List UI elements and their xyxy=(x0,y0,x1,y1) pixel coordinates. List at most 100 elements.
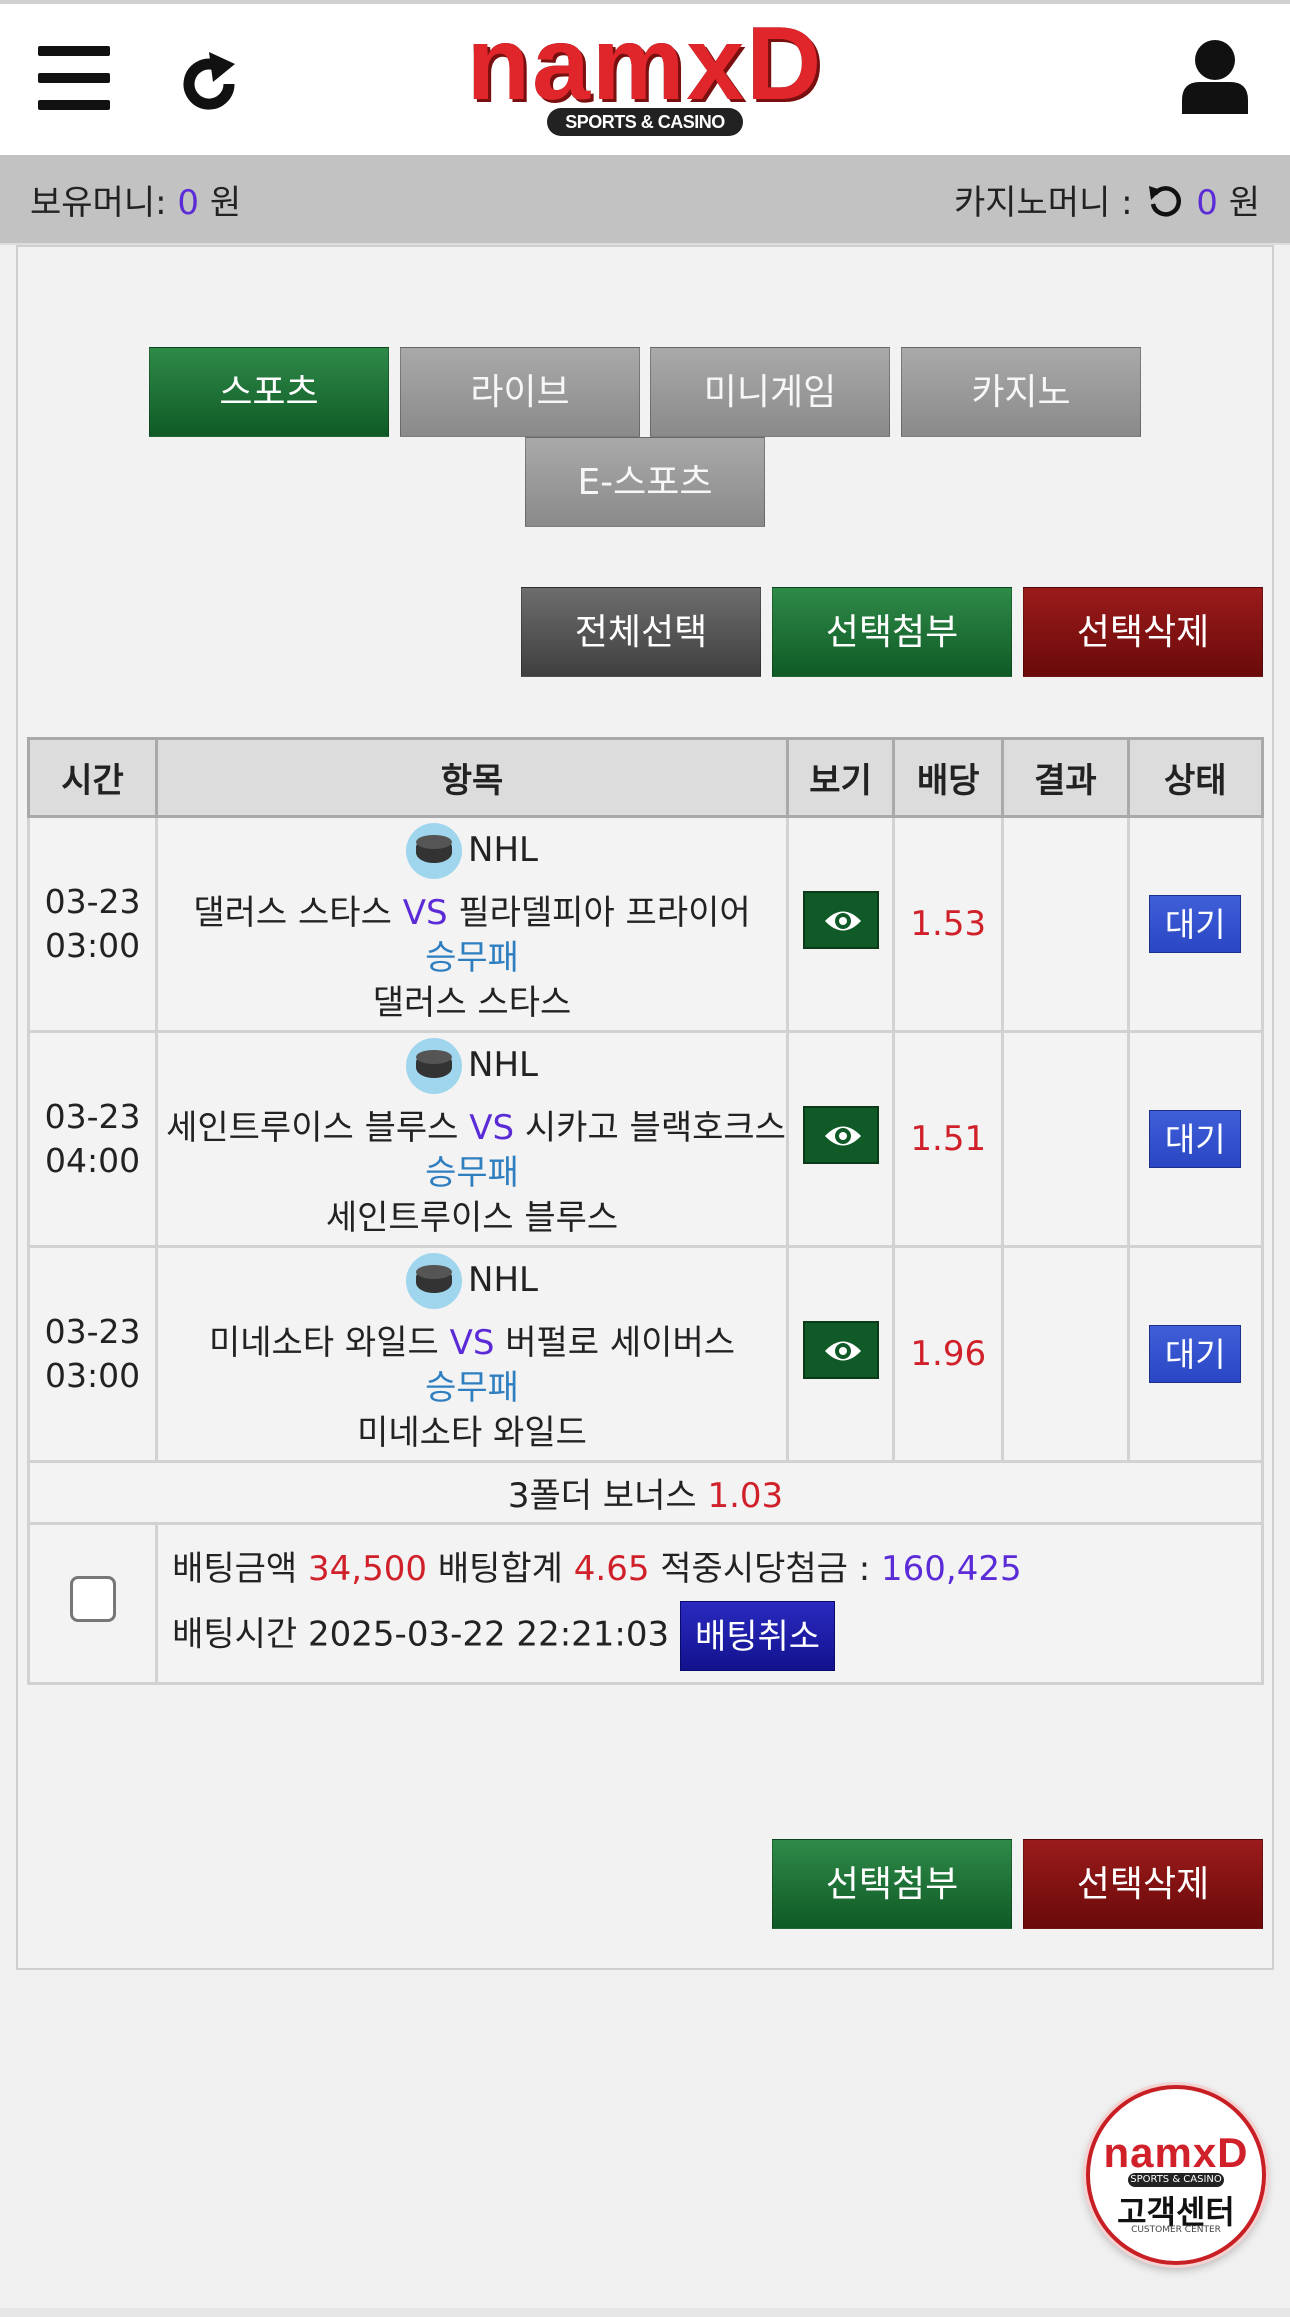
status-badge: 대기 xyxy=(1149,1325,1242,1383)
hockey-puck-icon xyxy=(406,1252,463,1309)
bet-amount-label: 배팅금액 xyxy=(172,1548,298,1589)
col-header-result: 결과 xyxy=(1001,737,1130,818)
bet-time-line: 배팅시간 2025-03-22 22:21:03 배팅취소 xyxy=(172,1600,1261,1671)
status-cell: 대기 xyxy=(1126,1030,1264,1248)
view-cell xyxy=(785,1245,896,1463)
status-badge: 대기 xyxy=(1149,895,1242,953)
league-name: NHL xyxy=(468,1260,538,1300)
bet-amounts-line: 배팅금액 34,500 배팅합계 4.65 적중시당첨금 : 160,425 xyxy=(172,1537,1261,1601)
col-header-item: 항목 xyxy=(155,737,789,818)
result-cell xyxy=(1001,1245,1130,1463)
bet-time-label: 배팅시간 xyxy=(172,1614,298,1654)
tab-sports[interactable]: 스포츠 xyxy=(149,347,389,437)
casino-refresh-icon[interactable] xyxy=(1147,184,1182,218)
hockey-puck-icon xyxy=(406,822,463,879)
delete-selected-button-bottom[interactable]: 선택삭제 xyxy=(1023,1839,1263,1929)
tab-esports[interactable]: E-스포츠 xyxy=(525,437,765,527)
item-cell: NHL 댈러스 스타스 VS 필라델피아 프라이어 승무패 댈러스 스타스 xyxy=(155,815,789,1033)
home-team: 댈러스 스타스 xyxy=(193,892,392,933)
selected-pick: 댈러스 스타스 xyxy=(372,982,572,1023)
item-cell: NHL 세인트루이스 블루스 VS 시카고 블랙호크스 승무패 세인트루이스 블… xyxy=(155,1030,789,1248)
user-icon[interactable] xyxy=(1180,38,1250,114)
result-cell xyxy=(1001,1030,1130,1248)
league-name: NHL xyxy=(468,1045,538,1085)
league-row: NHL xyxy=(406,1037,538,1094)
select-all-button[interactable]: 전체선택 xyxy=(521,587,761,677)
odds-value: 1.51 xyxy=(892,1030,1005,1248)
attach-selected-button-bottom[interactable]: 선택첨부 xyxy=(772,1839,1012,1929)
logo-subtitle: SPORTS & CASINO xyxy=(547,108,743,136)
bet-time-value: 2025-03-22 22:21:03 xyxy=(308,1614,670,1654)
view-cell xyxy=(785,1030,896,1248)
col-header-view: 보기 xyxy=(785,737,896,818)
checkbox-cell xyxy=(26,1522,159,1685)
logo-text: namxD xyxy=(466,6,824,122)
casino-balance: 카지노머니 : 0 원 xyxy=(954,175,1260,224)
bonus-value: 1.03 xyxy=(707,1476,784,1516)
status-cell: 대기 xyxy=(1126,815,1264,1033)
view-cell xyxy=(785,815,896,1033)
menu-icon[interactable] xyxy=(38,46,110,110)
money-label: 보유머니: xyxy=(30,183,167,223)
casino-money-label: 카지노머니 : xyxy=(953,183,1133,223)
vs-label: VS xyxy=(402,892,448,933)
item-cell: NHL 미네소타 와일드 VS 버펄로 세이버스 승무패 미네소타 와일드 xyxy=(155,1245,789,1463)
market-type: 승무패 xyxy=(425,1152,519,1193)
matchup: 미네소타 와일드 VS 버펄로 세이버스 xyxy=(160,1321,785,1366)
bonus-cell: 3폴더 보너스 1.03 xyxy=(27,1460,1264,1525)
vs-label: VS xyxy=(449,1322,495,1363)
league-row: NHL xyxy=(406,1252,538,1309)
cancel-bet-button[interactable]: 배팅취소 xyxy=(679,1600,836,1671)
attach-selected-button[interactable]: 선택첨부 xyxy=(772,587,1012,677)
bonus-row: 3폴더 보너스 1.03 xyxy=(27,1460,1264,1525)
payout-value: 160,425 xyxy=(881,1548,1022,1589)
eye-icon xyxy=(824,1341,861,1360)
summary-row: 배팅금액 34,500 배팅합계 4.65 적중시당첨금 : 160,425 배… xyxy=(26,1522,1264,1685)
table-row: 03-23 03:00 NHL 미네소타 와일드 VS 버펄로 세이버스 승무패… xyxy=(26,1245,1264,1463)
odds-value: 1.96 xyxy=(892,1245,1005,1463)
table-header-row: 시간 항목 보기 배당 결과 상태 xyxy=(26,737,1264,818)
view-eye-button[interactable] xyxy=(802,1105,879,1164)
matchup: 댈러스 스타스 VS 필라델피아 프라이어 xyxy=(160,891,785,936)
casino-money-unit: 원 xyxy=(1228,183,1260,223)
hockey-puck-icon xyxy=(406,1037,463,1094)
result-cell xyxy=(1001,815,1130,1033)
bet-amount-value: 34,500 xyxy=(308,1548,427,1589)
delete-selected-button[interactable]: 선택삭제 xyxy=(1023,587,1263,677)
time-cell: 03-23 03:00 xyxy=(26,1245,159,1463)
match-time: 03:00 xyxy=(44,926,141,965)
balance-bar: 보유머니: 0 원 카지노머니 : 0 원 xyxy=(0,155,1290,245)
tab-casino[interactable]: 카지노 xyxy=(901,347,1141,437)
match-date: 03-23 xyxy=(44,882,141,921)
refresh-icon[interactable] xyxy=(175,50,243,118)
money-balance: 보유머니: 0 원 xyxy=(30,175,241,224)
cs-tiny-text: CUSTOMER CENTER xyxy=(1131,2225,1221,2235)
market-type: 승무패 xyxy=(425,937,519,978)
bet-select-checkbox[interactable] xyxy=(69,1576,116,1622)
bonus-label: 3폴더 보너스 xyxy=(507,1476,697,1516)
eye-icon xyxy=(824,1126,861,1145)
table-row: 03-23 04:00 NHL 세인트루이스 블루스 VS 시카고 블랙호크스 … xyxy=(26,1030,1264,1248)
selected-pick: 미네소타 와일드 xyxy=(357,1412,587,1453)
customer-center-button[interactable]: namxD SPORTS & CASINO 고객센터 CUSTOMER CENT… xyxy=(1086,2085,1266,2265)
time-cell: 03-23 04:00 xyxy=(26,1030,159,1248)
home-team: 미네소타 와일드 xyxy=(209,1322,439,1363)
league-row: NHL xyxy=(406,822,538,879)
money-value: 0 xyxy=(177,183,200,223)
matchup: 세인트루이스 블루스 VS 시카고 블랙호크스 xyxy=(160,1106,784,1151)
cs-logo-subtitle: SPORTS & CASINO xyxy=(1128,2173,1224,2187)
total-odds-value: 4.65 xyxy=(573,1548,650,1589)
col-header-status: 상태 xyxy=(1126,737,1264,818)
match-date: 03-23 xyxy=(44,1312,141,1351)
summary-cell: 배팅금액 34,500 배팅합계 4.65 적중시당첨금 : 160,425 배… xyxy=(155,1522,1264,1685)
cs-logo-text: namxD xyxy=(1103,2129,1249,2176)
tab-live[interactable]: 라이브 xyxy=(400,347,640,437)
site-logo[interactable]: namxD SPORTS & CASINO xyxy=(455,12,835,138)
tab-minigame[interactable]: 미니게임 xyxy=(650,347,890,437)
status-badge: 대기 xyxy=(1149,1110,1242,1168)
eye-icon xyxy=(824,911,861,930)
odds-value: 1.53 xyxy=(892,815,1005,1033)
view-eye-button[interactable] xyxy=(802,1320,879,1379)
total-odds-label: 배팅합계 xyxy=(437,1548,563,1589)
view-eye-button[interactable] xyxy=(802,890,879,949)
